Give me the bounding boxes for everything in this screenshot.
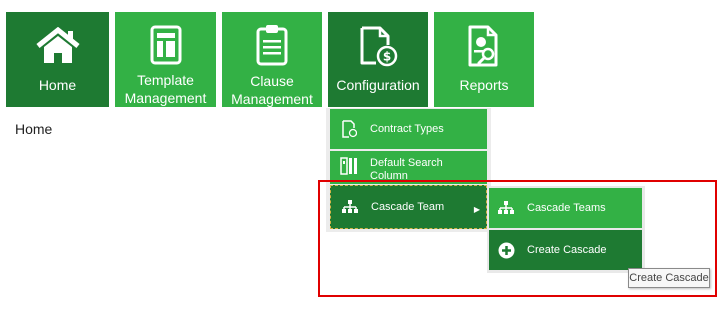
nav-tile-clause-management[interactable]: Clause Management [222, 12, 322, 107]
template-doc-icon [150, 24, 182, 65]
nav-tile-configuration-label: Configuration [336, 77, 420, 93]
nav-tile-reports[interactable]: Reports [434, 12, 534, 107]
nav-tile-template-management[interactable]: Template Management [115, 12, 216, 107]
home-icon [35, 24, 81, 68]
nav-tile-template-label: Template Management [124, 72, 207, 106]
nav-tile-clause-label: Clause Management [231, 73, 313, 107]
clipboard-icon [256, 24, 288, 66]
report-search-icon [466, 24, 502, 68]
document-dollar-icon: $ [358, 24, 398, 68]
tooltip: Create Cascade [628, 268, 710, 288]
menu-item-contract-types-label: Contract Types [370, 122, 444, 135]
menu-item-contract-types[interactable]: Contract Types [330, 109, 487, 149]
breadcrumb: Home [15, 121, 53, 137]
svg-text:$: $ [383, 50, 391, 64]
columns-icon [340, 157, 358, 175]
nav-tile-home-label: Home [38, 77, 77, 93]
contract-doc-icon [340, 120, 358, 138]
nav-tile-reports-label: Reports [459, 77, 509, 93]
nav-tile-configuration[interactable]: $ Configuration [328, 12, 428, 107]
nav-tile-home[interactable]: Home [6, 12, 109, 107]
